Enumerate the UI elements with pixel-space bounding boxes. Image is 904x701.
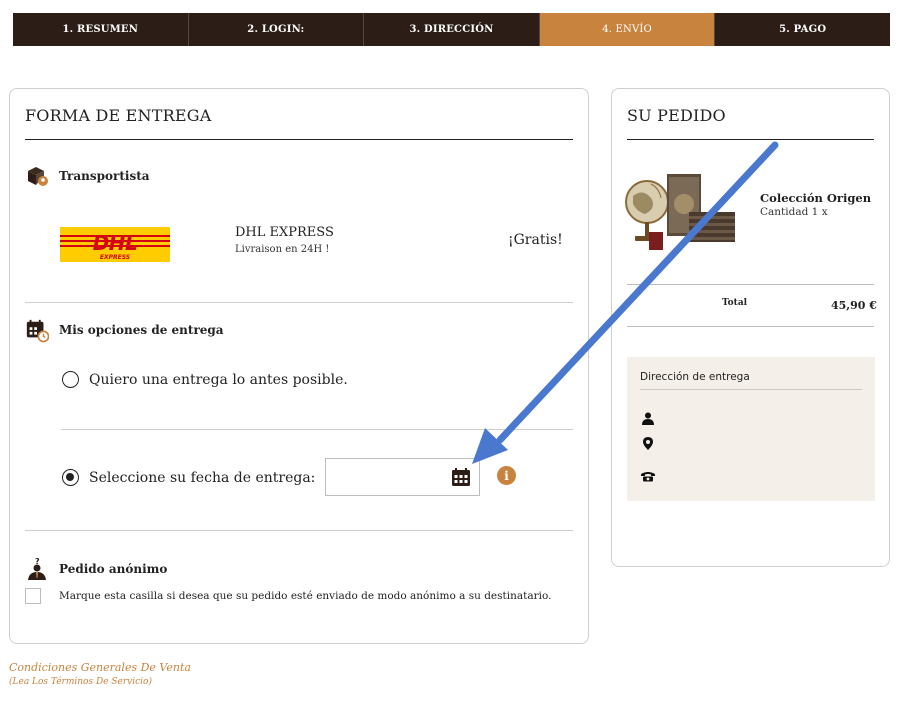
divider — [627, 284, 874, 285]
info-icon[interactable]: i — [497, 466, 516, 485]
phone-icon — [641, 469, 655, 483]
dhl-logo-text: DHL — [92, 231, 138, 255]
date-radio[interactable] — [62, 469, 79, 486]
anonymous-person-icon: ? — [25, 557, 49, 581]
carrier-section-head: Transportista — [25, 164, 150, 188]
step-login[interactable]: 2. LOGIN: — [189, 13, 365, 46]
date-option-label[interactable]: Seleccione su fecha de entrega: — [89, 470, 315, 486]
divider — [25, 302, 573, 303]
carrier-price: ¡Gratis! — [508, 232, 563, 248]
order-panel: SU PEDIDO Colección Origen Cantidad 1 x … — [611, 88, 890, 567]
delivery-date-input[interactable] — [325, 458, 480, 496]
order-title-rule — [627, 139, 874, 140]
total-value: 45,90 € — [831, 299, 877, 312]
anonymous-checkbox-label[interactable]: Marque esta casilla si desea que su pedi… — [59, 590, 551, 602]
dhl-logo-subtext: EXPRESS — [99, 254, 131, 261]
step-pago[interactable]: 5. PAGO — [715, 13, 890, 46]
delivery-address-box: Dirección de entrega — [627, 357, 875, 501]
address-rule — [640, 389, 862, 390]
anonymous-section-head: ? Pedido anónimo — [25, 557, 167, 581]
address-title: Dirección de entrega — [640, 371, 750, 383]
options-section-head: Mis opciones de entrega — [25, 318, 224, 343]
calendar-options-icon — [25, 318, 49, 343]
step-direccion[interactable]: 3. DIRECCIÓN — [364, 13, 540, 46]
delivery-title-rule — [25, 139, 573, 140]
divider — [627, 326, 874, 327]
anonymous-checkbox[interactable] — [25, 588, 41, 604]
calendar-icon[interactable] — [451, 467, 471, 487]
carrier-description: Livraison en 24H ! — [235, 244, 330, 255]
total-label: Total — [722, 298, 748, 308]
product-image — [625, 154, 737, 259]
order-title: SU PEDIDO — [627, 106, 726, 125]
options-section-label: Mis opciones de entrega — [59, 323, 224, 337]
person-icon — [641, 411, 655, 425]
delivery-panel: FORMA DE ENTREGA Transportista DHL EXPRE… — [9, 88, 589, 644]
location-pin-icon — [641, 436, 655, 450]
product-quantity: Cantidad 1 x — [760, 206, 828, 218]
terms-sublink[interactable]: (Lea Los Términos De Servicio) — [9, 677, 152, 687]
checkout-steps: 1. RESUMEN 2. LOGIN: 3. DIRECCIÓN 4. ENV… — [13, 13, 890, 46]
step-envio[interactable]: 4. ENVÍO — [539, 13, 716, 46]
divider — [25, 530, 573, 531]
asap-radio[interactable] — [62, 371, 79, 388]
divider — [61, 429, 573, 430]
transport-box-icon — [25, 164, 49, 188]
carrier-name: DHL EXPRESS — [235, 225, 334, 240]
asap-option-label[interactable]: Quiero una entrega lo antes posible. — [89, 372, 348, 388]
terms-link[interactable]: Condiciones Generales De Venta — [9, 661, 191, 674]
dhl-logo: DHL EXPRESS — [60, 227, 170, 262]
anonymous-section-label: Pedido anónimo — [59, 562, 168, 576]
step-resumen[interactable]: 1. RESUMEN — [13, 13, 189, 46]
carrier-section-label: Transportista — [59, 169, 150, 183]
product-name: Colección Origen — [760, 191, 872, 205]
delivery-title: FORMA DE ENTREGA — [25, 106, 212, 125]
